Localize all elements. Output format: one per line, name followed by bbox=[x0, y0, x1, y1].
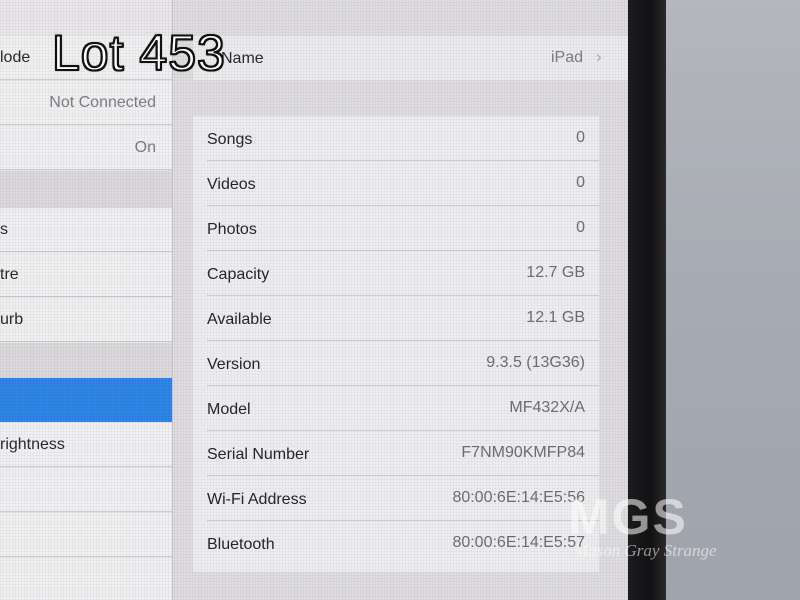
master-row-bluetooth[interactable]: Not Connected bbox=[0, 81, 172, 125]
about-row-label: Serial Number bbox=[207, 446, 310, 463]
about-row-label: Model bbox=[207, 401, 251, 418]
about-row-songs: Songs 0 bbox=[193, 116, 599, 161]
lot-number-caption: Lot 453 bbox=[51, 24, 226, 82]
master-section-gap bbox=[0, 171, 172, 209]
master-row-label: lode bbox=[0, 49, 31, 66]
about-row-bluetooth: Bluetooth 80:00:6E:14:E5:57 bbox=[193, 521, 599, 566]
master-row-cellular[interactable]: On bbox=[0, 126, 172, 170]
name-label: Name bbox=[221, 50, 264, 67]
about-row-available: Available 12.1 GB bbox=[193, 296, 599, 341]
about-row-serial-number: Serial Number F7NM90KMFP84 bbox=[193, 431, 599, 476]
about-info-group: Songs 0 Videos 0 Photos 0 Capacity 12.7 … bbox=[193, 116, 599, 572]
about-row-value: 12.1 GB bbox=[526, 309, 585, 326]
about-row-capacity: Capacity 12.7 GB bbox=[193, 251, 599, 296]
watermark-tagline: Mason Gray Strange bbox=[573, 541, 717, 560]
master-row-value: On bbox=[134, 139, 156, 156]
ipad-screen: lode Not Connected On s tre urb rightnes… bbox=[0, 0, 628, 600]
about-row-photos: Photos 0 bbox=[193, 206, 599, 251]
about-row-value: 0 bbox=[576, 129, 585, 146]
master-row-value: Not Connected bbox=[49, 94, 156, 111]
about-row-value: 12.7 GB bbox=[526, 264, 585, 281]
about-row-label: Version bbox=[207, 356, 261, 373]
about-row-value: F7NM90KMFP84 bbox=[461, 444, 585, 461]
master-row-wallpaper[interactable] bbox=[0, 468, 172, 512]
master-row-label: urb bbox=[0, 311, 24, 328]
about-row-version: Version 9.3.5 (13G36) bbox=[193, 341, 599, 386]
master-row-label: tre bbox=[0, 266, 19, 283]
master-row-display-brightness[interactable]: rightness bbox=[0, 423, 172, 467]
about-row-wifi-address: Wi-Fi Address 80:00:6E:14:E5:56 bbox=[193, 476, 599, 521]
about-row-label: Bluetooth bbox=[207, 536, 275, 553]
master-row-passcode[interactable] bbox=[0, 558, 172, 600]
about-row-model: Model MF432X/A bbox=[193, 386, 599, 431]
about-row-videos: Videos 0 bbox=[193, 161, 599, 206]
master-row-do-not-disturb[interactable]: urb bbox=[0, 298, 172, 342]
photo-scene: lode Not Connected On s tre urb rightnes… bbox=[0, 0, 800, 600]
chevron-right-icon: › bbox=[596, 47, 602, 66]
about-row-value: 9.3.5 (13G36) bbox=[486, 354, 585, 371]
name-value: iPad bbox=[551, 49, 584, 66]
name-row[interactable]: Name iPad › bbox=[193, 36, 628, 80]
settings-master-list: lode Not Connected On s tre urb rightnes… bbox=[0, 0, 173, 600]
about-row-label: Wi-Fi Address bbox=[207, 491, 307, 508]
master-row-label: rightness bbox=[0, 436, 65, 453]
about-row-label: Photos bbox=[207, 221, 257, 238]
about-row-value: 0 bbox=[576, 219, 585, 236]
about-row-label: Songs bbox=[207, 131, 253, 148]
about-row-label: Available bbox=[207, 311, 272, 328]
about-row-value: MF432X/A bbox=[509, 399, 585, 416]
master-row-sounds[interactable] bbox=[0, 513, 172, 557]
about-row-label: Capacity bbox=[207, 266, 270, 283]
master-row-general-selected[interactable] bbox=[0, 378, 172, 422]
watermark-logo-text: MGS bbox=[568, 489, 688, 545]
master-row-notifications[interactable]: s bbox=[0, 208, 172, 252]
about-row-value: 0 bbox=[576, 174, 585, 191]
master-row-control-centre[interactable]: tre bbox=[0, 253, 172, 297]
mgs-watermark-logo: MGS Mason Gray Strange bbox=[568, 489, 717, 560]
master-section-gap bbox=[0, 343, 172, 379]
master-row-label: s bbox=[0, 221, 8, 238]
about-row-label: Videos bbox=[207, 176, 256, 193]
